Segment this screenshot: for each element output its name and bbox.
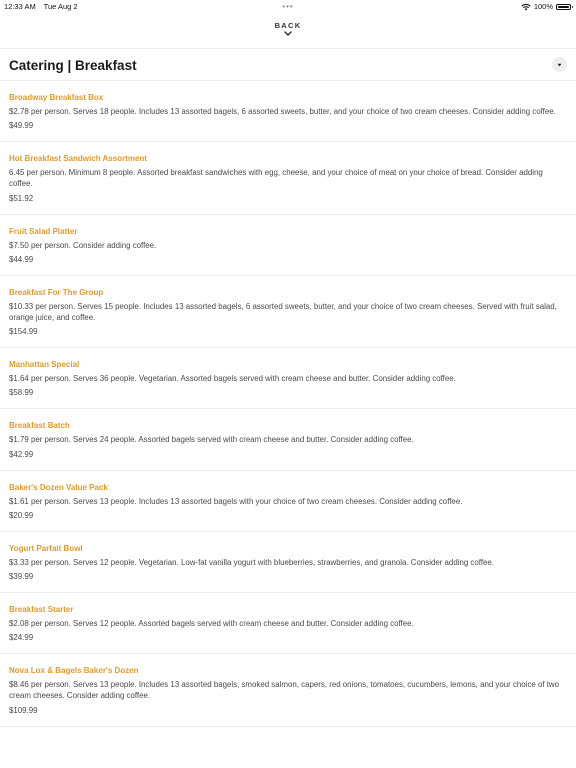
- menu-item-price: $154.99: [9, 327, 38, 337]
- menu-item[interactable]: Breakfast For The Group $10.33 per person…: [0, 276, 576, 349]
- status-left: 12:33 AM Tue Aug 2: [4, 2, 78, 11]
- menu-item-description: $1.61 per person. Serves 13 people. Incl…: [9, 496, 463, 506]
- menu-item-price: $39.99: [9, 572, 34, 582]
- menu-item-description: $1.79 per person. Serves 24 people. Asso…: [9, 435, 414, 445]
- caret-down-icon: [557, 63, 562, 66]
- status-right: 100%: [521, 2, 573, 11]
- menu-item-description: $1.64 per person. Serves 36 people. Vege…: [9, 374, 456, 384]
- menu-item-price: $20.99: [9, 510, 34, 520]
- menu-item[interactable]: Nova Lox & Bagels Baker's Dozen $8.46 per…: [0, 654, 576, 727]
- menu-item-name: Baker's Dozen Value Pack: [9, 482, 108, 492]
- category-dropdown-button[interactable]: [552, 57, 567, 72]
- page-title: Catering | Breakfast: [9, 58, 137, 73]
- menu-item-price: $24.99: [9, 633, 34, 643]
- menu-item[interactable]: Yogurt Parfait Bowl $3.33 per person. Ser…: [0, 532, 576, 594]
- multitask-dots-icon[interactable]: •••: [282, 3, 293, 11]
- menu-item-description: $7.50 per person. Consider adding coffee…: [9, 240, 157, 250]
- page-header: Catering | Breakfast: [9, 55, 567, 77]
- back-label: BACK: [274, 21, 302, 30]
- menu-item-name: Hot Breakfast Sandwich Assortment: [9, 154, 147, 164]
- menu-item-description: 6.45 per person. Minimum 8 people. Assor…: [9, 168, 543, 189]
- menu-item-price: $42.99: [9, 449, 34, 459]
- battery-percent: 100%: [533, 2, 553, 11]
- menu-item-description: $3.33 per person. Serves 12 people. Vege…: [9, 557, 494, 567]
- menu-list: Broadway Breakfast Box $2.78 per person. …: [0, 81, 576, 727]
- back-button[interactable]: BACK: [0, 21, 576, 36]
- menu-item[interactable]: Hot Breakfast Sandwich Assortment 6.45 pe…: [0, 142, 576, 215]
- menu-item-price: $51.92: [9, 193, 34, 203]
- menu-item[interactable]: Breakfast Starter $2.08 per person. Serve…: [0, 593, 576, 655]
- menu-item-name: Yogurt Parfait Bowl: [9, 543, 83, 553]
- status-date: Tue Aug 2: [43, 2, 78, 11]
- menu-item-description: $2.78 per person. Serves 18 people. Incl…: [9, 107, 556, 116]
- menu-item-price: $49.99: [9, 121, 34, 131]
- status-time: 12:33 AM: [4, 2, 36, 11]
- menu-item-price: $109.99: [9, 705, 38, 715]
- menu-item-price: $58.99: [9, 388, 34, 398]
- menu-item[interactable]: Baker's Dozen Value Pack $1.61 per person…: [0, 471, 576, 532]
- menu-item-description: $2.08 per person. Serves 12 people. Asso…: [9, 619, 414, 629]
- battery-icon: [556, 3, 573, 10]
- menu-item-price: $44.99: [9, 254, 34, 264]
- menu-item-name: Broadway Breakfast Box: [9, 93, 104, 102]
- menu-item-name: Nova Lox & Bagels Baker's Dozen: [9, 666, 139, 676]
- menu-item-name: Breakfast Starter: [9, 605, 74, 615]
- menu-item[interactable]: Broadway Breakfast Box $2.78 per person. …: [0, 81, 576, 143]
- status-bar: 12:33 AM Tue Aug 2 ••• 100%: [0, 0, 576, 14]
- menu-item-name: Fruit Salad Platter: [9, 226, 78, 236]
- wifi-icon: [521, 3, 531, 11]
- menu-item-name: Manhattan Special: [9, 360, 80, 370]
- menu-item[interactable]: Manhattan Special $1.64 per person. Serve…: [0, 348, 576, 410]
- menu-item-description: $8.46 per person. Serves 13 people. Incl…: [9, 680, 560, 701]
- chevron-down-icon: [284, 31, 292, 36]
- divider: [0, 48, 576, 49]
- menu-item[interactable]: Fruit Salad Platter $7.50 per person. Con…: [0, 215, 576, 276]
- menu-item-name: Breakfast Batch: [9, 421, 70, 431]
- menu-item-name: Breakfast For The Group: [9, 287, 104, 297]
- menu-item-description: $10.33 per person. Serves 15 people. Inc…: [9, 301, 557, 323]
- menu-item[interactable]: Breakfast Batch $1.79 per person. Serves …: [0, 409, 576, 471]
